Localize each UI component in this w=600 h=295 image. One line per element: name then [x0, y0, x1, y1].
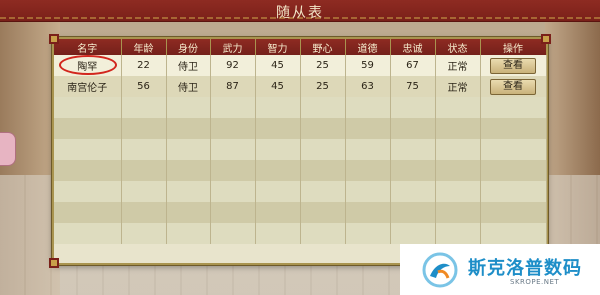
- empty-row: [54, 118, 547, 139]
- header-ambition: 野心: [300, 39, 346, 55]
- cell-age: 22: [121, 55, 167, 76]
- retinue-panel: 名字 年龄 身份 武力 智力 野心 道德 忠诚 状态 操作 陶罕 22 侍卫 9…: [49, 34, 551, 268]
- table-row: 陶罕 22 侍卫 92 45 25 59 67 正常 查看: [54, 55, 547, 76]
- view-button[interactable]: 查看: [490, 78, 536, 95]
- cell-age: 56: [121, 76, 167, 97]
- corner-ornament: [49, 34, 59, 44]
- watermark: 斯克洛普数码 SKROPE.NET: [400, 244, 600, 295]
- empty-row: [54, 181, 547, 202]
- cell-name: 南宫伦子: [54, 76, 122, 97]
- corner-ornament: [541, 34, 551, 44]
- cell-morality: 63: [345, 76, 391, 97]
- header-role: 身份: [166, 39, 211, 55]
- empty-row: [54, 97, 547, 118]
- retinue-table: 名字 年龄 身份 武力 智力 野心 道德 忠诚 状态 操作 陶罕 22 侍卫 9…: [54, 39, 547, 244]
- empty-row: [54, 202, 547, 223]
- cell-status: 正常: [435, 76, 481, 97]
- cell-intellect: 45: [255, 55, 301, 76]
- cell-morality: 59: [345, 55, 391, 76]
- watermark-title: 斯克洛普数码: [468, 258, 582, 279]
- cell-intellect: 45: [255, 76, 301, 97]
- header-force: 武力: [210, 39, 256, 55]
- table-row: 南宫伦子 56 侍卫 87 45 25 63 75 正常 查看: [54, 76, 547, 97]
- cell-force: 87: [210, 76, 256, 97]
- brand-logo-icon: [422, 252, 458, 288]
- header-status: 状态: [435, 39, 481, 55]
- highlight-circle: [59, 55, 117, 75]
- header-action: 操作: [480, 39, 547, 55]
- cell-action: 查看: [480, 55, 547, 76]
- empty-row: [54, 139, 547, 160]
- cell-name: 陶罕: [54, 55, 122, 76]
- empty-row: [54, 160, 547, 181]
- cell-role: 侍卫: [166, 55, 211, 76]
- cell-status: 正常: [435, 55, 481, 76]
- cell-ambition: 25: [300, 76, 346, 97]
- header-loyalty: 忠诚: [390, 39, 436, 55]
- watermark-subtitle: SKROPE.NET: [510, 278, 560, 286]
- cell-loyalty: 67: [390, 55, 436, 76]
- header-age: 年龄: [121, 39, 167, 55]
- side-tab[interactable]: [0, 132, 16, 166]
- corner-ornament: [49, 258, 59, 268]
- window-title: 随从表: [276, 5, 324, 21]
- cell-loyalty: 75: [390, 76, 436, 97]
- title-bar: 随从表: [0, 0, 600, 22]
- header-name: 名字: [54, 39, 122, 55]
- header-morality: 道德: [345, 39, 391, 55]
- table-header-row: 名字 年龄 身份 武力 智力 野心 道德 忠诚 状态 操作: [54, 39, 547, 55]
- cell-ambition: 25: [300, 55, 346, 76]
- empty-row: [54, 223, 547, 244]
- cell-role: 侍卫: [166, 76, 211, 97]
- header-intellect: 智力: [255, 39, 301, 55]
- cell-force: 92: [210, 55, 256, 76]
- cell-action: 查看: [480, 76, 547, 97]
- view-button[interactable]: 查看: [490, 57, 536, 74]
